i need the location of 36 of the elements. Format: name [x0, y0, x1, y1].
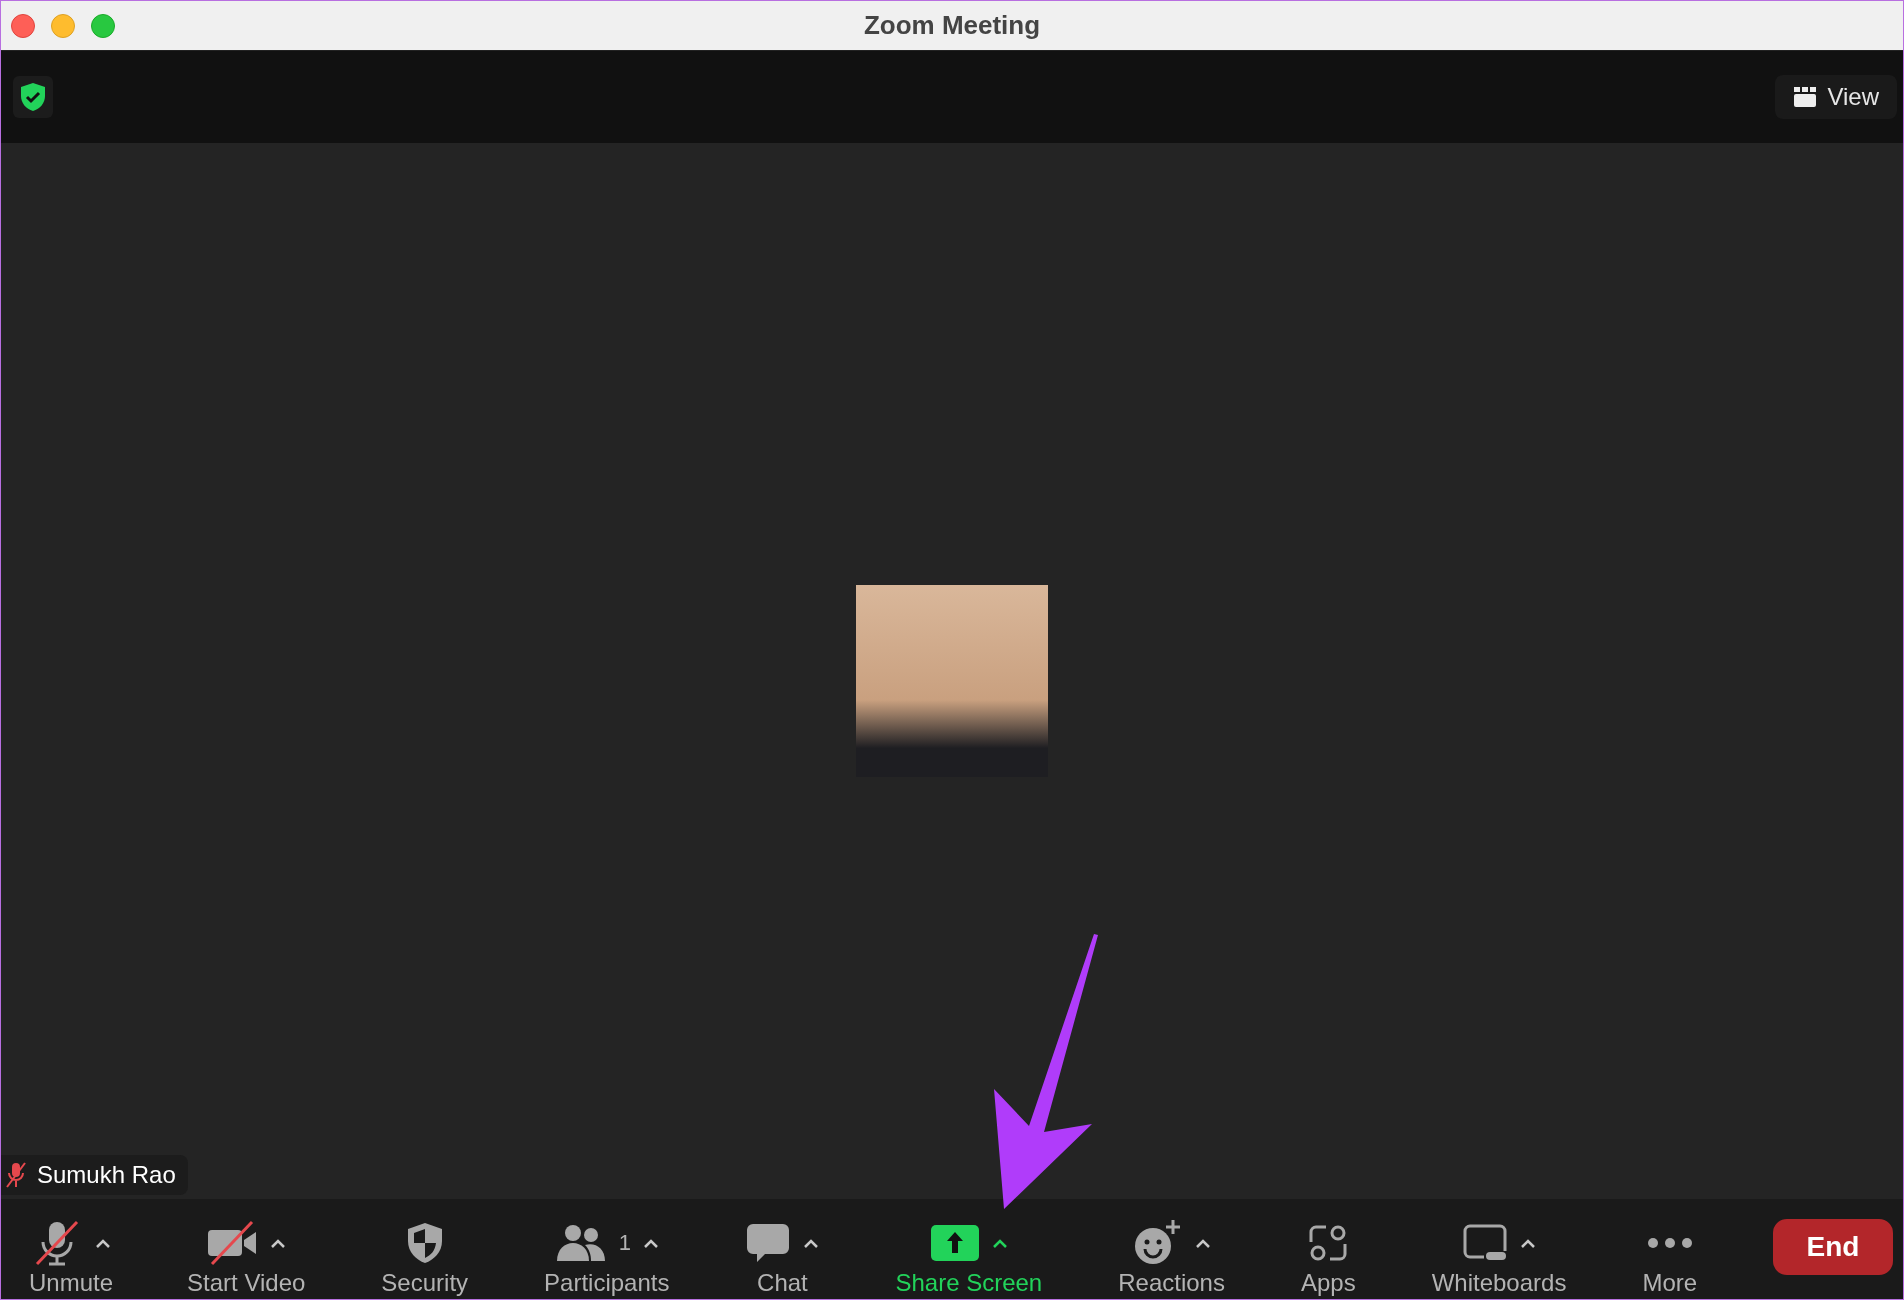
toolbar-label: More — [1642, 1269, 1698, 1297]
caret-button[interactable] — [642, 1238, 659, 1248]
apps-icon — [1308, 1223, 1349, 1263]
view-button[interactable]: View — [1775, 75, 1897, 119]
more-dots-icon — [1646, 1237, 1693, 1249]
end-button[interactable]: End — [1773, 1219, 1893, 1275]
toolbar-label: Security — [381, 1269, 469, 1297]
caret-button[interactable] — [991, 1238, 1008, 1248]
toolbar-label: Share Screen — [895, 1269, 1043, 1297]
caret-button[interactable] — [270, 1238, 287, 1248]
apps-button[interactable] — [1308, 1223, 1349, 1263]
video-button[interactable] — [206, 1218, 259, 1268]
view-grid-icon — [1793, 86, 1818, 108]
toolbar-label: Participants — [544, 1269, 670, 1297]
caret-button[interactable] — [95, 1238, 111, 1248]
toolbar-label: Start Video — [187, 1269, 306, 1297]
participant-count: 1 — [618, 1230, 631, 1256]
whiteboards-button[interactable] — [1462, 1223, 1508, 1263]
whiteboard-icon — [1462, 1223, 1508, 1263]
toolbar-label: Whiteboards — [1431, 1269, 1567, 1297]
toolbar-label: Unmute — [29, 1269, 114, 1297]
caret-button[interactable] — [1194, 1238, 1211, 1248]
share-screen-icon — [929, 1224, 980, 1262]
caret-button[interactable] — [803, 1238, 820, 1248]
more-button[interactable] — [1646, 1237, 1693, 1249]
encryption-shield-icon[interactable] — [13, 76, 53, 118]
toolbar-label: Reactions — [1118, 1269, 1225, 1297]
toolbar-label: Chat — [757, 1269, 808, 1297]
share-button[interactable] — [929, 1224, 980, 1262]
close-window-button[interactable] — [11, 13, 35, 38]
caret-button[interactable] — [1520, 1238, 1536, 1248]
window-title: Zoom Meeting — [863, 10, 1041, 41]
toolbar-label: Apps — [1300, 1269, 1356, 1297]
maximize-window-button[interactable] — [91, 13, 115, 38]
video-off-icon — [206, 1218, 259, 1268]
participant-name: Sumukh Rao — [37, 1161, 176, 1189]
